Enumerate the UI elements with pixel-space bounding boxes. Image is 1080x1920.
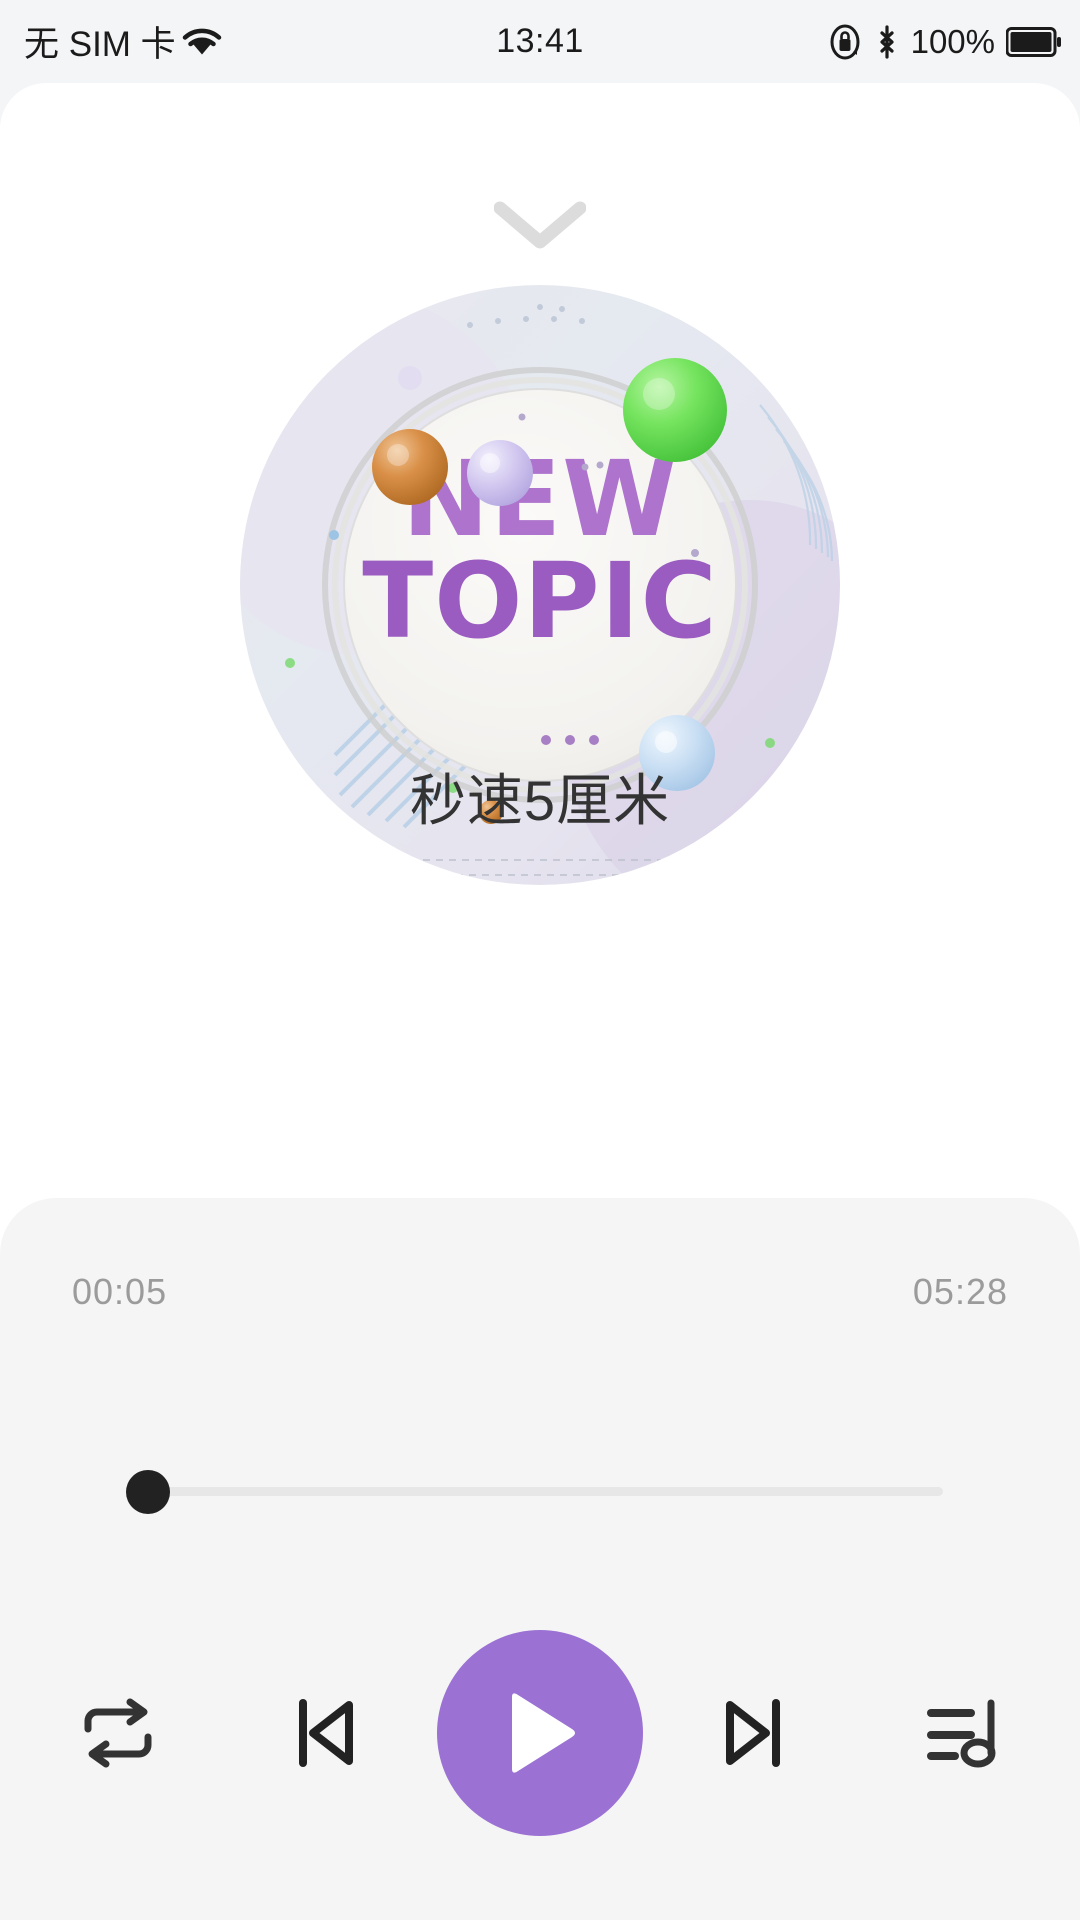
skip-next-icon xyxy=(722,1697,784,1769)
status-bar: 无 SIM 卡 13:41 100% xyxy=(0,0,1080,83)
playlist-button[interactable] xyxy=(903,1673,1023,1793)
playlist-music-icon xyxy=(925,1697,1001,1769)
skip-previous-icon xyxy=(295,1697,357,1769)
playback-control-panel: 00:05 05:28 xyxy=(0,1198,1080,1920)
rotation-lock-icon xyxy=(827,23,863,61)
play-button[interactable] xyxy=(437,1630,643,1836)
total-time-label: 05:28 xyxy=(912,1271,1008,1312)
play-icon xyxy=(500,1689,580,1777)
repeat-icon xyxy=(74,1697,162,1769)
seek-bar[interactable] xyxy=(115,1470,965,1514)
svg-text:TOPIC: TOPIC xyxy=(362,540,718,662)
next-track-button[interactable] xyxy=(693,1673,813,1793)
time-row: 00:05 05:28 xyxy=(72,1271,1008,1313)
seek-track[interactable] xyxy=(138,1487,943,1496)
song-title: 秒速5厘米 xyxy=(409,769,671,832)
bluetooth-icon xyxy=(874,23,900,61)
chevron-down-icon xyxy=(494,200,586,250)
transport-controls xyxy=(0,1628,1080,1838)
previous-track-button[interactable] xyxy=(266,1673,386,1793)
player-card: NEW TOPIC 秒速5厘米 00:05 05:28 xyxy=(0,83,1080,1920)
battery-percent-label: 100% xyxy=(910,22,995,60)
collapse-player-button[interactable] xyxy=(470,185,610,265)
battery-full-icon xyxy=(1006,26,1062,57)
seek-thumb[interactable] xyxy=(126,1470,170,1514)
repeat-button[interactable] xyxy=(58,1673,178,1793)
elapsed-time-label: 00:05 xyxy=(72,1271,168,1312)
status-bar-right: 100% xyxy=(827,23,1062,61)
